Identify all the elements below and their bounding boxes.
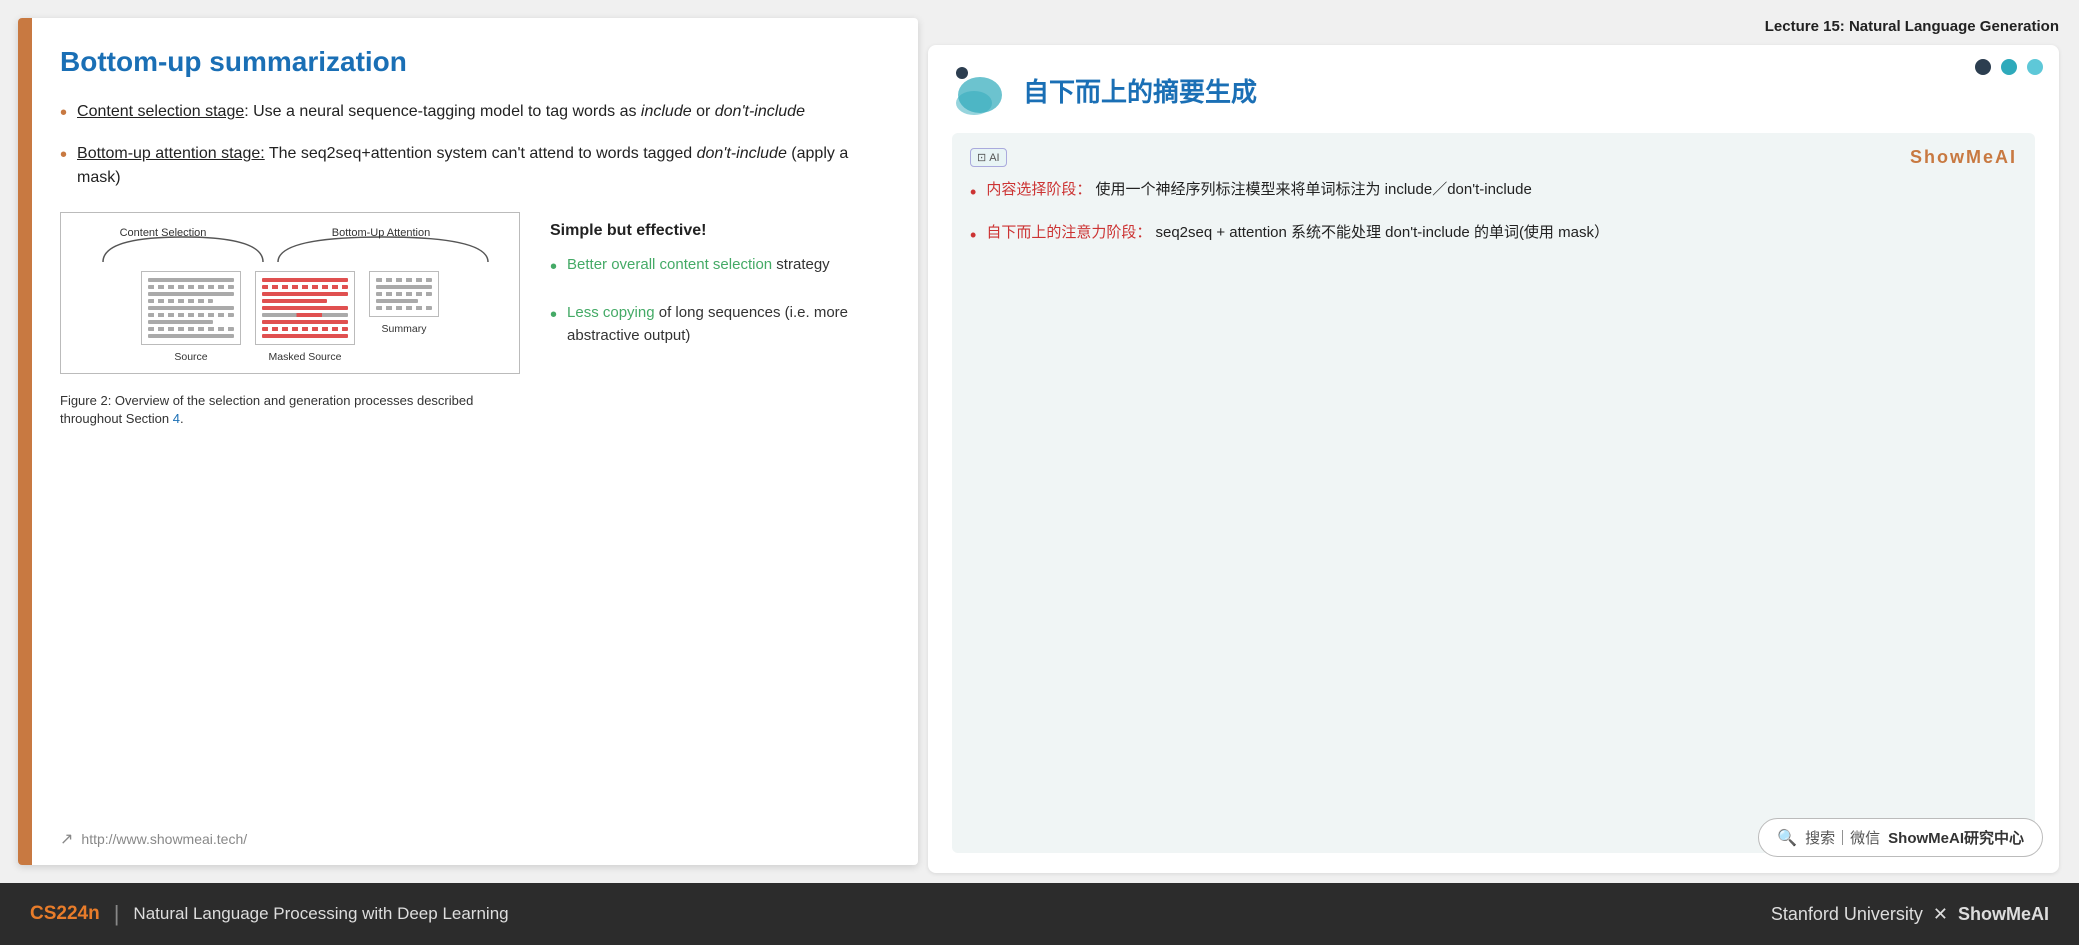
summary-block: Summary — [369, 271, 439, 335]
search-brand: ShowMeAI研究中心 — [1888, 827, 2024, 848]
source-block: Source — [141, 271, 241, 363]
simple-bullet-1-text: Better overall content selection strateg… — [567, 254, 830, 277]
ai-badge: ⊡ AI — [970, 148, 1007, 167]
showmeai-bullets: 内容选择阶段： 使用一个神经序列标注模型来将单词标注为 include／don'… — [970, 178, 2017, 250]
showmeai-box: ⊡ AI ShowMeAI 内容选择阶段： 使用一个神经序列标注模型来将单词标注… — [952, 133, 2035, 853]
showmeai-bullet-2-label: 自下而上的注意力阶段： — [986, 224, 1151, 241]
footer-link: ↗ http://www.showmeai.tech/ — [60, 829, 247, 849]
bullet-2: Bottom-up attention stage: The seq2seq+a… — [60, 142, 882, 190]
svg-text:Bottom-Up Attention: Bottom-Up Attention — [332, 227, 430, 239]
search-icon: 🔍 — [1777, 828, 1797, 848]
showmeai-header: ⊡ AI ShowMeAI — [970, 147, 2017, 168]
bottom-divider: | — [114, 901, 120, 927]
simple-bullets: Better overall content selection strateg… — [550, 254, 882, 347]
source-label: Source — [174, 351, 207, 363]
bottom-course: CS224n — [30, 903, 100, 925]
wave-icon — [952, 65, 1007, 115]
bullet-1-text: Content selection stage: Use a neural se… — [77, 100, 805, 124]
figure-number: 4 — [173, 411, 180, 426]
dot-teal — [2001, 59, 2017, 75]
slide-title: Bottom-up summarization — [60, 46, 882, 78]
green-text-1: Better overall content selection — [567, 256, 772, 273]
footer-url: http://www.showmeai.tech/ — [81, 831, 247, 847]
simple-bullet-2-text: Less copying of long sequences (i.e. mor… — [567, 302, 882, 347]
bottom-bar: CS224n | Natural Language Processing wit… — [0, 883, 2079, 945]
right-card: 自下而上的摘要生成 ⊡ AI ShowMeAI 内容选择阶段： 使用一个神经序列… — [928, 45, 2059, 873]
figure-box: Content Selection Bottom-Up Attention — [60, 212, 520, 374]
x-mark: ✕ — [1933, 904, 1948, 925]
ai-badge-icon: ⊡ — [977, 151, 986, 164]
masked-source-block: Masked Source — [255, 271, 355, 363]
showmeai-brand: ShowMeAI — [1910, 147, 2017, 168]
dot-teal-light — [2027, 59, 2043, 75]
simple-bullet-1: Better overall content selection strateg… — [550, 254, 882, 282]
showmeai-bullet-2-text: 自下而上的注意力阶段： seq2seq + attention 系统不能处理 d… — [986, 221, 1609, 245]
slide-left-bar — [18, 18, 32, 865]
showmeai-bullet-2: 自下而上的注意力阶段： seq2seq + attention 系统不能处理 d… — [970, 221, 2017, 250]
simple-effective-title: Simple but effective! — [550, 222, 882, 240]
search-box[interactable]: 🔍 搜索｜微信 ShowMeAI研究中心 — [1758, 818, 2043, 857]
masked-label: Masked Source — [269, 351, 342, 363]
simple-effective: Simple but effective! Better overall con… — [550, 222, 882, 367]
figure-caption: Figure 2: Overview of the selection and … — [60, 392, 520, 428]
cursor-icon: ↗ — [60, 829, 73, 849]
dots-row — [1975, 59, 2043, 75]
summary-label: Summary — [382, 323, 427, 335]
ai-badge-text: AI — [989, 152, 999, 164]
showmeai-footer-name: ShowMeAI — [1958, 904, 2049, 925]
search-text: 搜索｜微信 — [1805, 827, 1880, 848]
card-header: 自下而上的摘要生成 — [952, 65, 2035, 115]
figure-diagrams: Source — [73, 271, 507, 363]
dot-dark — [1975, 59, 1991, 75]
bottom-right: Stanford University ✕ ShowMeAI — [1771, 904, 2049, 925]
bullet-1: Content selection stage: Use a neural se… — [60, 100, 882, 128]
bracket-svg: Content Selection Bottom-Up Attention — [73, 227, 507, 267]
slide-panel: Bottom-up summarization Content selectio… — [18, 18, 918, 865]
bottom-description: Natural Language Processing with Deep Le… — [133, 904, 508, 924]
showmeai-bullet-1-label: 内容选择阶段： — [986, 181, 1091, 198]
bullet-1-underline: Content selection stage — [77, 103, 244, 120]
lecture-header: Lecture 15: Natural Language Generation — [928, 10, 2059, 45]
green-text-2: Less copying — [567, 304, 655, 321]
bullet-2-text: Bottom-up attention stage: The seq2seq+a… — [77, 142, 882, 190]
card-title: 自下而上的摘要生成 — [1023, 72, 1257, 109]
stanford-text: Stanford University — [1771, 904, 1923, 925]
slide-inner: Bottom-up summarization Content selectio… — [32, 18, 918, 865]
bottom-left: CS224n | Natural Language Processing wit… — [30, 901, 509, 927]
source-doc — [141, 271, 241, 345]
simple-bullet-2: Less copying of long sequences (i.e. mor… — [550, 302, 882, 347]
card-icon — [952, 65, 1007, 115]
slide-bullets: Content selection stage: Use a neural se… — [60, 100, 882, 190]
masked-doc — [255, 271, 355, 345]
bullet-2-underline: Bottom-up attention stage: — [77, 145, 265, 162]
right-panel: Lecture 15: Natural Language Generation — [918, 0, 2079, 883]
summary-doc — [369, 271, 439, 317]
svg-text:Content Selection: Content Selection — [120, 227, 207, 239]
showmeai-bullet-1-text: 内容选择阶段： 使用一个神经序列标注模型来将单词标注为 include／don'… — [986, 178, 1531, 202]
showmeai-bullet-1: 内容选择阶段： 使用一个神经序列标注模型来将单词标注为 include／don'… — [970, 178, 2017, 207]
